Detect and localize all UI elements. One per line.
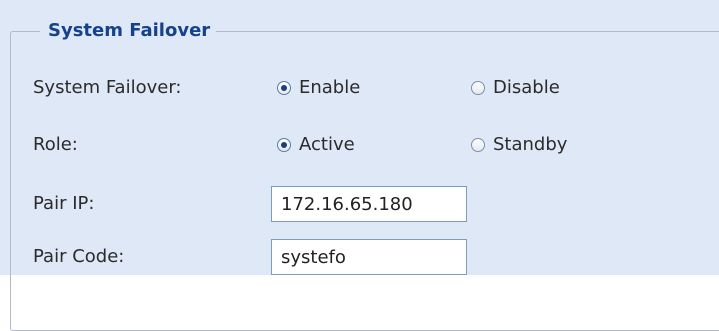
radio-unchecked-icon [471, 81, 485, 95]
failover-enable-label: Enable [299, 77, 361, 98]
pair-ip-input[interactable] [271, 186, 467, 222]
role-active-radio[interactable]: Active [277, 134, 355, 156]
role-standby-radio[interactable]: Standby [471, 134, 567, 156]
system-failover-label: System Failover: [33, 77, 182, 98]
pair-code-input[interactable] [271, 239, 467, 275]
radio-checked-icon [277, 138, 291, 152]
role-label: Role: [33, 134, 78, 155]
failover-enable-radio[interactable]: Enable [277, 77, 360, 99]
role-standby-label: Standby [493, 134, 568, 155]
radio-checked-icon [277, 81, 291, 95]
system-failover-fieldset [10, 31, 719, 331]
settings-panel: System Failover System Failover: Enable … [0, 0, 719, 331]
failover-disable-label: Disable [493, 77, 560, 98]
pair-code-label: Pair Code: [33, 246, 125, 267]
pair-ip-label: Pair IP: [33, 193, 95, 214]
role-active-label: Active [299, 134, 355, 155]
fieldset-legend: System Failover [40, 20, 217, 42]
radio-unchecked-icon [471, 138, 485, 152]
failover-disable-radio[interactable]: Disable [471, 77, 560, 99]
